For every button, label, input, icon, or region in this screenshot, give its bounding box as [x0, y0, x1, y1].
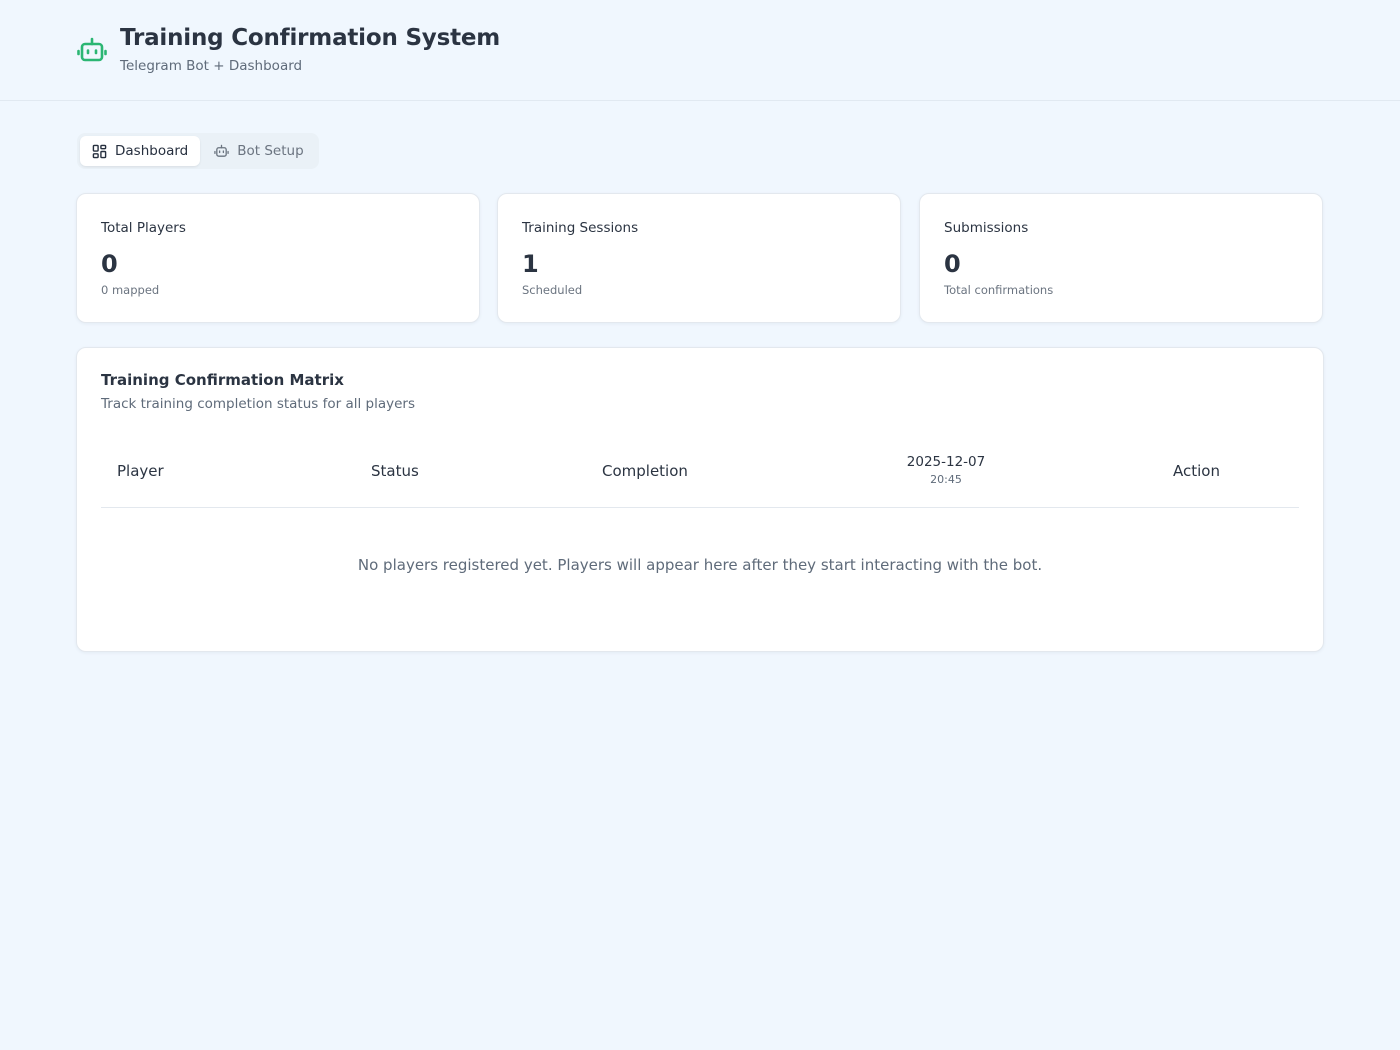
matrix-subtitle: Track training completion status for all…	[101, 396, 415, 412]
stat-note: Scheduled	[522, 283, 583, 297]
stat-note: 0 mapped	[101, 283, 160, 297]
column-header-completion: Completion	[602, 462, 688, 480]
empty-state-message: No players registered yet. Players will …	[357, 556, 1043, 574]
tab-bot-setup-label: Bot Setup	[237, 143, 304, 159]
stat-label: Total Players	[101, 220, 186, 236]
tab-bar: Dashboard Bot Setup	[77, 133, 319, 169]
session-date: 2025-12-07	[906, 454, 986, 470]
dashboard-grid-icon	[92, 144, 107, 158]
bot-icon	[214, 144, 229, 157]
stat-label: Submissions	[944, 220, 1029, 236]
stat-value: 0	[944, 250, 961, 278]
stat-card-training-sessions: Training Sessions 1 Scheduled	[497, 193, 901, 323]
tab-dashboard[interactable]: Dashboard	[80, 136, 201, 166]
matrix-title: Training Confirmation Matrix	[101, 371, 344, 389]
stat-note: Total confirmations	[944, 283, 1054, 297]
page-title: Training Confirmation System	[120, 25, 501, 51]
bot-icon	[77, 37, 107, 62]
column-header-session: 2025-12-07 20:45	[886, 454, 1006, 486]
table-header: Player Status Completion 2025-12-07 20:4…	[101, 446, 1299, 508]
stat-card-total-players: Total Players 0 0 mapped	[76, 193, 480, 323]
tab-dashboard-label: Dashboard	[115, 143, 189, 159]
stat-label: Training Sessions	[522, 220, 639, 236]
session-time: 20:45	[930, 473, 962, 486]
stat-value: 1	[522, 250, 539, 278]
app-header: Training Confirmation System Telegram Bo…	[0, 0, 1400, 101]
tab-bot-setup[interactable]: Bot Setup	[202, 136, 315, 166]
column-header-player: Player	[117, 462, 164, 480]
column-header-action: Action	[1173, 462, 1220, 480]
stat-card-submissions: Submissions 0 Total confirmations	[919, 193, 1323, 323]
confirmation-matrix-card: Training Confirmation Matrix Track train…	[76, 347, 1324, 652]
stat-value: 0	[101, 250, 118, 278]
column-header-status: Status	[371, 462, 419, 480]
page-subtitle: Telegram Bot + Dashboard	[120, 58, 303, 74]
